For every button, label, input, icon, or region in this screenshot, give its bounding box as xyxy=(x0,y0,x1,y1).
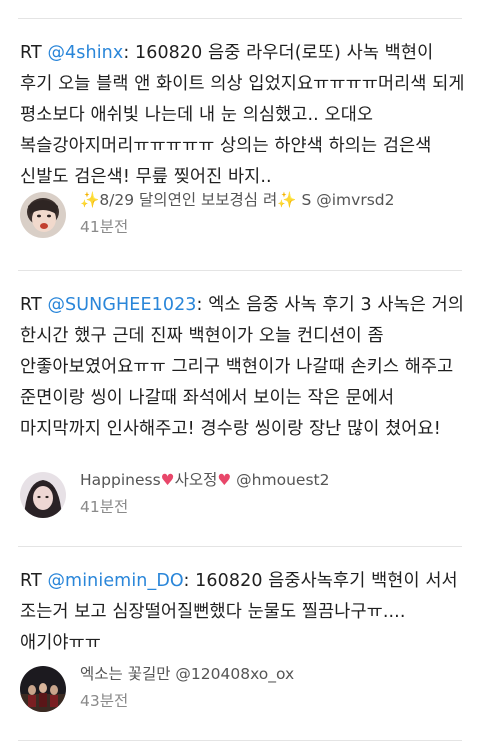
tweet-author[interactable]: ✨8/29 달의연인 보보경심 려✨ S @imvrsd2 41분전 xyxy=(20,188,394,240)
retweet-prefix: RT xyxy=(20,43,48,63)
retweet-prefix: RT xyxy=(20,571,48,591)
author-display-name: 엑소는 꽃길만 xyxy=(80,665,171,683)
avatar[interactable] xyxy=(20,666,66,712)
tweet-body: : 엑소 음중 사녹 후기 3 사녹은 거의 한시간 했구 근데 진짜 백현이가… xyxy=(20,295,465,439)
tweet-divider xyxy=(18,270,462,271)
mention-link[interactable]: @miniemin_DO xyxy=(47,571,183,591)
tweet-author[interactable]: Happiness♥사오정♥ @hmouest2 41분전 xyxy=(20,468,329,520)
author-handle: @hmouest2 xyxy=(231,471,330,489)
avatar[interactable] xyxy=(20,192,66,238)
tweet-text: RT @4shinx: 160820 음중 라우더(로또) 사녹 백현이 후기 … xyxy=(20,38,466,193)
author-name[interactable]: ✨8/29 달의연인 보보경심 려✨ S @imvrsd2 xyxy=(80,188,394,212)
retweet-prefix: RT xyxy=(20,295,48,315)
author-display-name: 8/29 달의연인 보보경심 려 xyxy=(99,191,278,209)
author-handle: S @imvrsd2 xyxy=(296,191,395,209)
bottom-divider xyxy=(18,740,462,741)
avatar[interactable] xyxy=(20,472,66,518)
tweet-item[interactable]: RT @miniemin_DO: 160820 음중사녹후기 백현이 서서 조는… xyxy=(20,566,466,726)
author-name[interactable]: 엑소는 꽃길만 @120408xo_ox xyxy=(80,662,294,686)
heart-icon: ♥ xyxy=(160,471,175,489)
tweet-body: : 160820 음중 라우더(로또) 사녹 백현이 후기 오늘 블랙 앤 화이… xyxy=(20,43,465,187)
mention-link[interactable]: @4shinx xyxy=(47,43,123,63)
mention-link[interactable]: @SUNGHEE1023 xyxy=(47,295,196,315)
author-name[interactable]: Happiness♥사오정♥ @hmouest2 xyxy=(80,468,329,492)
tweet-author[interactable]: 엑소는 꽃길만 @120408xo_ox 43분전 xyxy=(20,662,294,714)
tweet-text: RT @SUNGHEE1023: 엑소 음중 사녹 후기 3 사녹은 거의 한시… xyxy=(20,290,466,445)
sparkles-icon: ✨ xyxy=(80,191,100,209)
tweet-divider xyxy=(18,546,462,547)
sparkles-icon: ✨ xyxy=(277,191,297,209)
heart-icon: ♥ xyxy=(217,471,232,489)
timestamp: 41분전 xyxy=(80,218,129,236)
timestamp: 41분전 xyxy=(80,498,129,516)
timestamp: 43분전 xyxy=(80,692,129,710)
author-display-name: 사오정 xyxy=(174,471,218,489)
tweet-item[interactable]: RT @4shinx: 160820 음중 라우더(로또) 사녹 백현이 후기 … xyxy=(20,38,466,248)
top-divider xyxy=(18,18,462,19)
tweet-text: RT @miniemin_DO: 160820 음중사녹후기 백현이 서서 조는… xyxy=(20,566,466,659)
tweet-item[interactable]: RT @SUNGHEE1023: 엑소 음중 사녹 후기 3 사녹은 거의 한시… xyxy=(20,290,466,530)
author-display-name: Happiness xyxy=(80,471,161,489)
author-handle: @120408xo_ox xyxy=(170,665,295,683)
